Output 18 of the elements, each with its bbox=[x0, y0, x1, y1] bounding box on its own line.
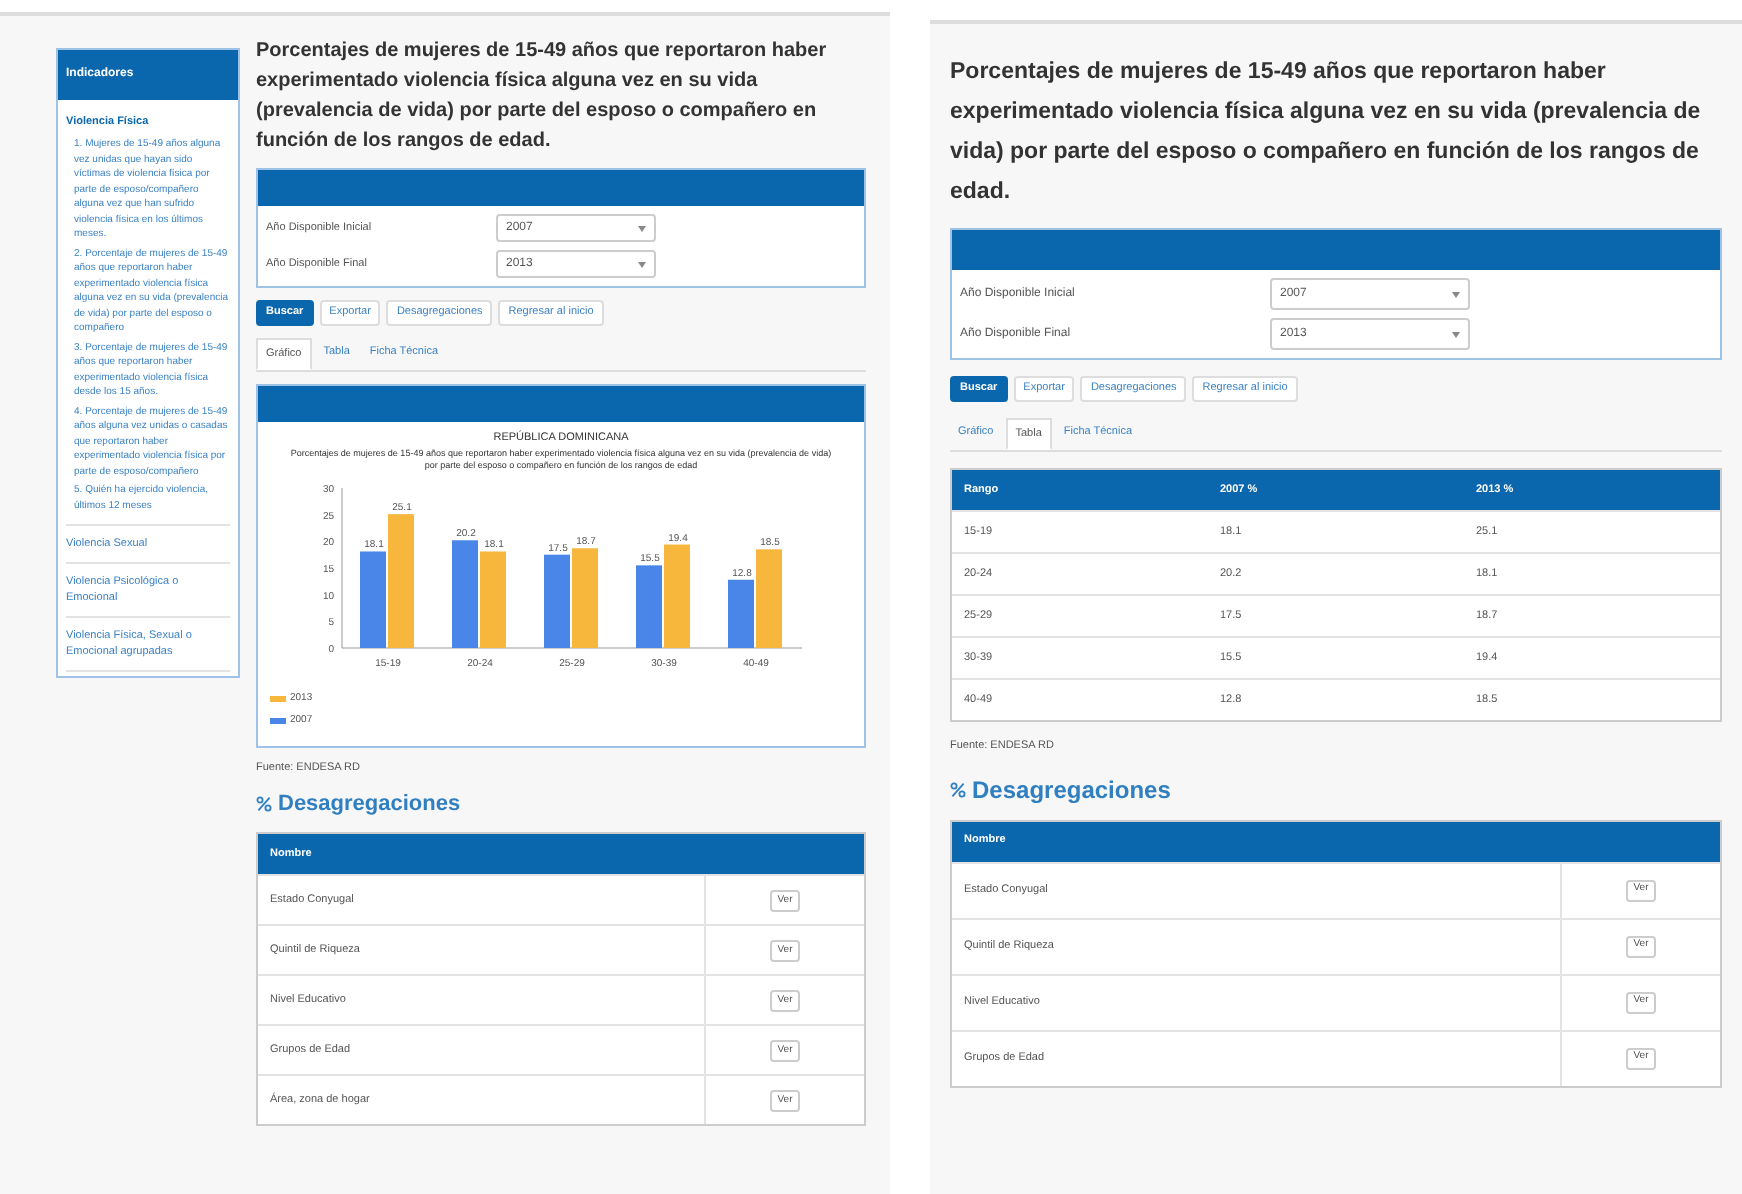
bar bbox=[359, 550, 385, 647]
bar bbox=[571, 547, 597, 647]
bar bbox=[635, 564, 661, 647]
page-title: Porcentajes de mujeres de 15-49 años que reportaron haber experimentado violencia física alguna vez en su vida (prevalencia de vida) por parte del esposo o compañero en función de los rangos de edad. bbox=[950, 58, 1703, 208]
bar bbox=[387, 513, 413, 647]
caret-icon bbox=[1452, 331, 1460, 337]
bar bbox=[451, 539, 477, 647]
heading-text: Desagregaciones bbox=[972, 773, 1171, 807]
bar bbox=[479, 550, 505, 647]
caret-icon bbox=[638, 261, 646, 267]
heading-text: Desagregaciones bbox=[278, 789, 461, 820]
page-title: Porcentajes de mujeres de 15-49 años que reportaron haber experimentado violencia física alguna vez en su vida (prevalencia de vida) por parte del esposo o compañero en función de los rangos de edad. bbox=[256, 38, 829, 156]
caret-icon bbox=[1452, 291, 1460, 297]
caret-icon bbox=[638, 225, 646, 231]
percent-icon bbox=[950, 781, 966, 797]
bar bbox=[543, 553, 569, 647]
bar bbox=[663, 543, 689, 647]
percent-icon bbox=[256, 796, 272, 812]
